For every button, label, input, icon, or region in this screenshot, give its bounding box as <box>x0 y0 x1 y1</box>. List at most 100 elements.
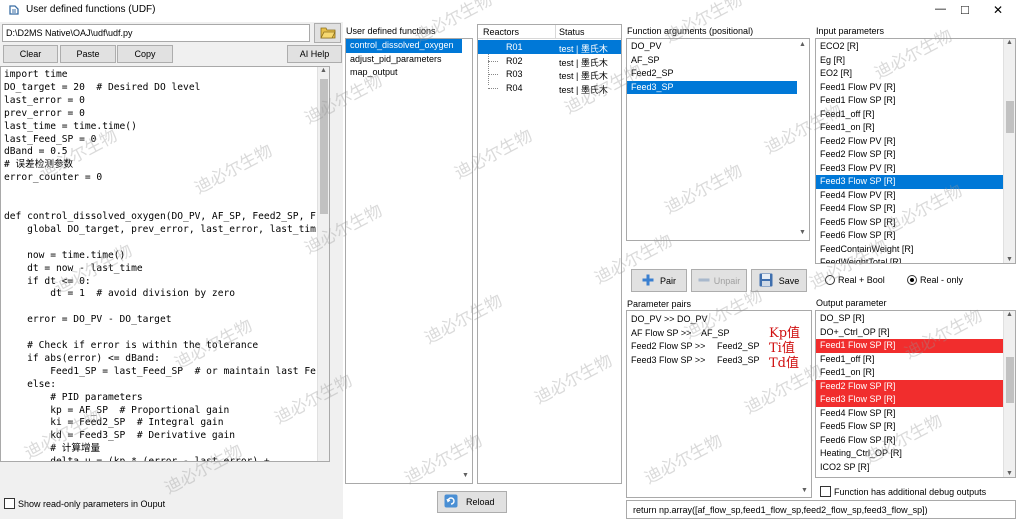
output-param-item[interactable]: Feed2 Flow SP [R] <box>816 379 1004 393</box>
input-param-item[interactable]: Feed1 Flow PV [R] <box>816 81 1004 95</box>
udf-app-icon <box>8 4 20 16</box>
paste-button[interactable]: Paste <box>60 45 116 63</box>
reload-icon <box>444 494 458 510</box>
pair-left: Feed3 Flow SP >> <box>631 354 706 365</box>
pair-right: Feed2_SP <box>717 341 760 351</box>
func-args-header: Function arguments (positional) <box>627 26 754 36</box>
func-args-list[interactable]: DO_PV AF_SP Feed2_SP Feed3_SP ▲ ▼ <box>626 38 810 241</box>
show-readonly-label: Show read-only parameters in Ouput <box>18 499 166 509</box>
input-params-header: Input parameters <box>816 26 885 36</box>
copy-button[interactable]: Copy <box>117 45 173 63</box>
plus-icon <box>642 274 654 288</box>
tree-connector <box>488 74 498 75</box>
input-param-item[interactable]: Feed1_on [R] <box>816 121 1004 135</box>
code-scrollbar[interactable]: ▲ <box>317 67 329 461</box>
minimize-button[interactable]: — <box>935 3 946 15</box>
output-param-item[interactable]: ICO2 SP [R] <box>816 461 1004 475</box>
title-bar: User defined functions (UDF) — □ ✕ <box>0 0 1016 22</box>
udf-item[interactable]: map_output <box>346 66 462 80</box>
real-bool-label: Real + Bool <box>838 275 885 285</box>
input-param-item[interactable]: ECO2 [R] <box>816 40 1004 54</box>
input-param-item[interactable]: Eg [R] <box>816 54 1004 68</box>
input-params-scrollbar[interactable]: ▲ ▼ <box>1003 39 1015 263</box>
output-params-header: Output parameter <box>816 298 887 308</box>
return-line-field: return np.array([af_flow_sp,feed1_flow_s… <box>626 500 1016 519</box>
code-editor[interactable]: import time DO_target = 20 # Desired DO … <box>0 66 330 462</box>
maximize-button[interactable]: □ <box>961 2 969 17</box>
real-only-radio[interactable] <box>907 275 917 285</box>
output-param-item[interactable]: Feed1_off [R] <box>816 353 1004 367</box>
pair-left: DO_PV >> DO_PV <box>631 314 708 324</box>
clear-button[interactable]: Clear <box>3 45 58 63</box>
func-arg-item[interactable]: AF_SP <box>627 54 797 68</box>
input-param-item[interactable]: EO2 [R] <box>816 67 1004 81</box>
close-button[interactable]: ✕ <box>993 3 1003 17</box>
func-arg-item[interactable]: Feed2_SP <box>627 67 797 81</box>
input-param-item[interactable]: Feed2 Flow PV [R] <box>816 135 1004 149</box>
real-bool-radio[interactable] <box>825 275 835 285</box>
real-only-label: Real - only <box>920 275 964 285</box>
save-button[interactable]: Save <box>751 269 807 292</box>
input-param-item[interactable]: Feed4 Flow SP [R] <box>816 202 1004 216</box>
reactor-row[interactable]: R03 test | 墨氏木 <box>478 67 621 81</box>
minus-icon <box>698 274 710 288</box>
ai-help-button[interactable]: AI Help <box>287 45 342 63</box>
func-arg-item[interactable]: Feed3_SP <box>627 80 797 94</box>
unpair-button[interactable]: Unpair <box>691 269 747 292</box>
pair-left: Feed2 Flow SP >> <box>631 341 706 351</box>
output-param-item[interactable]: Feed1_on [R] <box>816 366 1004 380</box>
output-param-item[interactable]: DO_SP [R] <box>816 312 1004 326</box>
reactors-table: Reactors Status R01 test | 墨氏木 R02 test | 墨… <box>477 24 622 484</box>
pair-right: Feed3_SP <box>717 354 760 365</box>
code-text: import time DO_target = 20 # Desired DO … <box>4 69 316 462</box>
reactor-name: R04 <box>506 82 523 93</box>
show-readonly-checkbox[interactable] <box>4 498 15 509</box>
save-icon <box>759 273 773 289</box>
input-param-item[interactable]: Feed5 Flow SP [R] <box>816 216 1004 230</box>
output-param-item[interactable]: Heating_Ctrl_OP [R] <box>816 447 1004 461</box>
input-param-item[interactable]: Feed1 Flow SP [R] <box>816 94 1004 108</box>
output-param-item[interactable]: Feed4 Flow SP [R] <box>816 407 1004 421</box>
output-param-item[interactable]: Feed3 Flow SP [R] <box>816 393 1004 407</box>
output-param-item[interactable]: Feed6 Flow SP [R] <box>816 434 1004 448</box>
output-params-list[interactable]: DO_SP [R] DO+_Ctrl_OP [R] Feed1 Flow SP [R… <box>815 310 1016 478</box>
tree-connector <box>488 60 498 62</box>
func-arg-item[interactable]: DO_PV <box>627 40 797 54</box>
input-param-item[interactable]: Feed2 Flow SP [R] <box>816 148 1004 162</box>
output-param-item[interactable]: Feed1 Flow SP [R] <box>816 339 1004 353</box>
tree-connector <box>488 87 498 89</box>
input-param-item[interactable]: FeedContainWeight [R] <box>816 243 1004 257</box>
param-pairs-header: Parameter pairs <box>627 299 692 309</box>
pair-button[interactable]: Pair <box>631 269 687 292</box>
udf-header: User defined functions <box>346 26 436 36</box>
reload-button[interactable]: Reload <box>437 491 507 513</box>
reactor-row[interactable]: R01 test | 墨氏木 <box>478 40 621 54</box>
input-param-item[interactable]: Feed3 Flow PV [R] <box>816 162 1004 176</box>
input-params-list[interactable]: ECO2 [R] Eg [R] EO2 [R] Feed1 Flow PV [R] Fe… <box>815 38 1016 264</box>
input-param-item[interactable]: Feed6 Flow SP [R] <box>816 229 1004 243</box>
debug-outputs-checkbox[interactable] <box>820 486 831 497</box>
udf-item[interactable]: control_dissolved_oxygen <box>346 39 462 53</box>
output-params-scrollbar[interactable]: ▲ ▼ <box>1003 311 1015 477</box>
file-path-field[interactable]: D:\D2MS Native\OAJ\udf\udf.py <box>2 24 310 42</box>
reactor-name: R01 <box>506 42 523 52</box>
udf-list-scrollbar[interactable]: ▼ <box>462 472 469 479</box>
output-param-item[interactable]: DO+_Ctrl_OP [R] <box>816 326 1004 340</box>
output-param-item[interactable]: Feed5 Flow SP [R] <box>816 420 1004 434</box>
window-title: User defined functions (UDF) <box>26 4 156 15</box>
browse-folder-button[interactable] <box>314 23 341 43</box>
input-param-item[interactable]: Feed3 Flow SP [R] <box>816 175 1004 189</box>
reactor-row[interactable]: R04 test | 墨氏木 <box>478 81 621 95</box>
col-reactors[interactable]: Reactors <box>483 27 519 37</box>
pair-left: AF Flow SP >> <box>631 327 692 338</box>
udf-list[interactable]: control_dissolved_oxygen adjust_pid_param… <box>345 38 473 484</box>
pair-right: AF_SP <box>701 327 730 338</box>
reactor-name: R02 <box>506 55 523 66</box>
input-param-item[interactable]: Feed4 Flow PV [R] <box>816 189 1004 203</box>
input-param-item[interactable]: FeedWeightTotal [R] <box>816 256 1004 263</box>
pair-annotation: Td值 <box>769 356 799 371</box>
udf-item[interactable]: adjust_pid_parameters <box>346 53 462 67</box>
col-status[interactable]: Status <box>559 27 585 37</box>
reactor-row[interactable]: R02 test | 墨氏木 <box>478 54 621 68</box>
input-param-item[interactable]: Feed1_off [R] <box>816 108 1004 122</box>
